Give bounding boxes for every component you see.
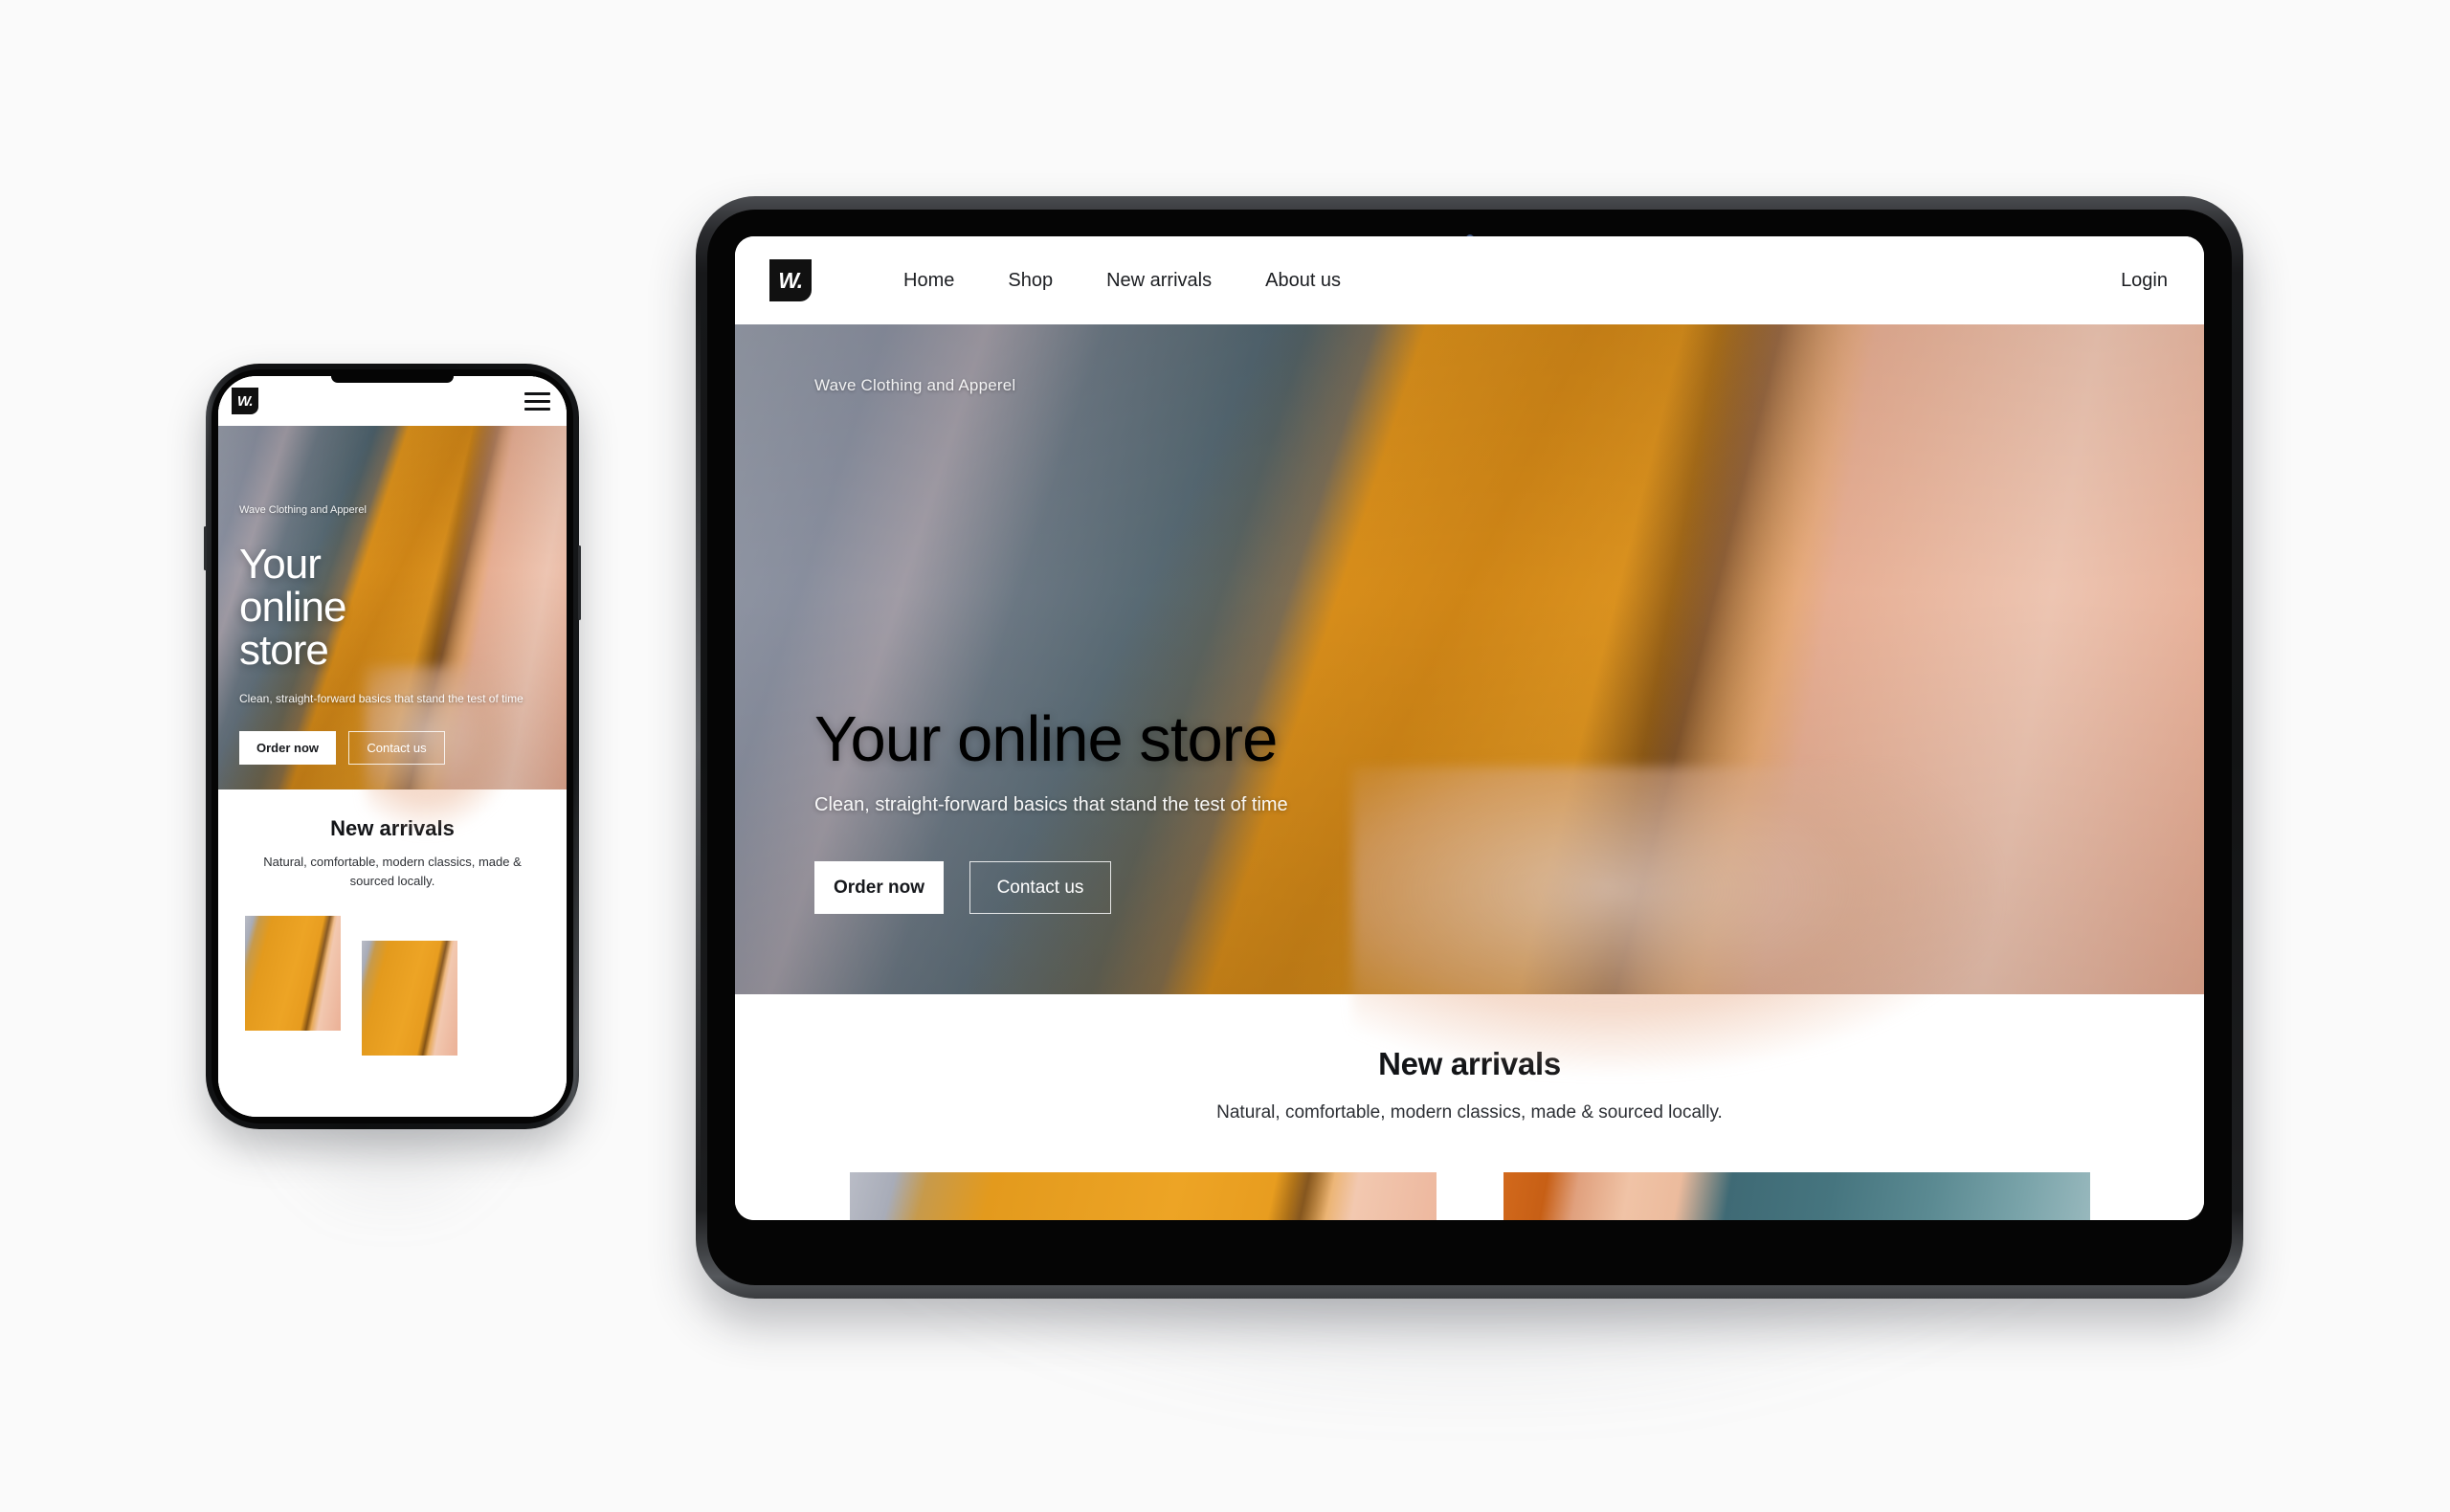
hamburger-bar xyxy=(524,399,550,403)
brand-logo-icon[interactable]: W. xyxy=(232,388,258,414)
phone-frame: W. Wave Clothing and Apperel Your online… xyxy=(204,364,581,1129)
hero-heading-line: Your xyxy=(239,540,322,588)
contact-us-button[interactable]: Contact us xyxy=(348,731,445,765)
tablet-website: W. Home Shop New arrivals About us Login xyxy=(735,236,2204,1220)
product-card-grid xyxy=(243,916,542,1056)
hero-subheading: Clean, straight-forward basics that stan… xyxy=(239,691,523,705)
hamburger-menu-icon[interactable] xyxy=(524,391,550,411)
tablet-screen: W. Home Shop New arrivals About us Login xyxy=(735,236,2204,1220)
phone-website: W. Wave Clothing and Apperel Your online… xyxy=(218,376,567,1117)
hero-heading-line: store xyxy=(239,627,329,675)
tablet-navbar: W. Home Shop New arrivals About us Login xyxy=(735,236,2204,324)
hero-eyebrow: Wave Clothing and Apperel xyxy=(239,504,367,516)
nav-item-shop[interactable]: Shop xyxy=(981,270,1080,292)
nav-item-about-us[interactable]: About us xyxy=(1238,270,1368,292)
hero-heading-line: online xyxy=(239,583,346,631)
order-now-button[interactable]: Order now xyxy=(239,731,336,765)
hero-text-block: Your online store Clean, straight-forwar… xyxy=(239,543,549,765)
order-now-button[interactable]: Order now xyxy=(814,861,944,914)
nav-item-new-arrivals[interactable]: New arrivals xyxy=(1080,270,1238,292)
hero-eyebrow: Wave Clothing and Apperel xyxy=(814,376,1016,394)
phone-screen: W. Wave Clothing and Apperel Your online… xyxy=(218,376,567,1117)
contact-us-button[interactable]: Contact us xyxy=(969,861,1111,914)
login-link[interactable]: Login xyxy=(2121,270,2168,291)
tablet-device-mockup: W. Home Shop New arrivals About us Login xyxy=(696,196,2243,1410)
tablet-nav-links: Home Shop New arrivals About us xyxy=(877,270,1368,292)
new-arrivals-description: Natural, comfortable, modern classics, m… xyxy=(263,855,522,888)
tablet-frame: W. Home Shop New arrivals About us Login xyxy=(696,196,2243,1299)
nav-item-home[interactable]: Home xyxy=(877,270,981,292)
product-card[interactable] xyxy=(362,941,457,1056)
brand-logo-icon[interactable]: W. xyxy=(769,259,812,301)
hero-text-block: Your online store Clean, straight-forwar… xyxy=(814,702,1288,914)
hamburger-bar xyxy=(524,391,550,395)
hero-heading: Your online store xyxy=(239,543,549,673)
tablet-hero-section: Wave Clothing and Apperel Your online st… xyxy=(735,324,2204,994)
product-card[interactable] xyxy=(1503,1172,2090,1220)
product-card[interactable] xyxy=(245,916,341,1031)
hero-subheading: Clean, straight-forward basics that stan… xyxy=(814,794,1288,815)
new-arrivals-description: Natural, comfortable, modern classics, m… xyxy=(1216,1102,1723,1123)
product-card-grid xyxy=(735,1172,2204,1220)
hero-heading: Your online store xyxy=(814,702,1278,775)
hero-button-row: Order now Contact us xyxy=(814,861,1288,914)
tablet-nav-right: Login xyxy=(2121,270,2168,292)
phone-notch xyxy=(331,376,454,383)
hero-button-row: Order now Contact us xyxy=(239,731,549,765)
phone-hero-section: Wave Clothing and Apperel Your online st… xyxy=(218,426,567,789)
phone-navbar: W. xyxy=(218,376,567,426)
phone-device-mockup: W. Wave Clothing and Apperel Your online… xyxy=(204,364,581,1221)
hamburger-bar xyxy=(524,407,550,411)
product-card[interactable] xyxy=(849,1172,1437,1220)
